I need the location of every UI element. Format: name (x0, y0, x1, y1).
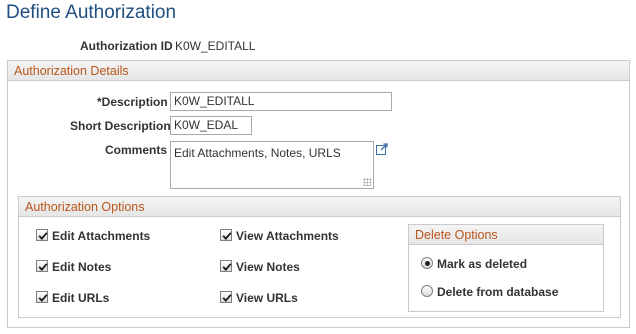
checkmark-icon (38, 232, 48, 240)
edit-notes-label: Edit Notes (52, 260, 112, 274)
delete-options-header: Delete Options (409, 225, 603, 245)
popup-expand-icon[interactable] (375, 142, 389, 156)
comments-textarea[interactable]: Edit Attachments, Notes, URLS (170, 141, 374, 189)
delete-from-database-radio[interactable] (421, 285, 433, 297)
radio-selected-dot (424, 260, 430, 266)
edit-attachments-label: Edit Attachments (52, 229, 151, 243)
authorization-options-header: Authorization Options (19, 197, 620, 217)
page-title: Define Authorization (6, 2, 177, 23)
description-input[interactable]: K0W_EDITALL (170, 92, 392, 111)
edit-urls-checkbox[interactable] (36, 291, 48, 303)
short-description-label: Short Description (70, 119, 171, 133)
view-attachments-checkbox[interactable] (220, 229, 232, 241)
checkmark-icon (222, 232, 232, 240)
mark-as-deleted-radio[interactable] (421, 257, 433, 269)
view-notes-label: View Notes (236, 260, 300, 274)
view-urls-label: View URLs (236, 291, 298, 305)
edit-attachments-checkbox[interactable] (36, 229, 48, 241)
authorization-id-value: K0W_EDITALL (175, 39, 256, 53)
comments-text: Edit Attachments, Notes, URLS (174, 146, 341, 160)
checkmark-icon (38, 263, 48, 271)
view-urls-checkbox[interactable] (220, 291, 232, 303)
edit-urls-label: Edit URLs (52, 291, 110, 305)
resize-grip-icon[interactable] (363, 178, 371, 186)
authorization-details-header: Authorization Details (8, 61, 629, 81)
view-notes-checkbox[interactable] (220, 260, 232, 272)
authorization-id-label: Authorization ID (80, 39, 173, 53)
checkmark-icon (222, 263, 232, 271)
comments-label: Comments (105, 143, 168, 157)
checkmark-icon (38, 294, 48, 302)
view-attachments-label: View Attachments (236, 229, 339, 243)
description-label: *Description (97, 95, 168, 109)
short-description-input[interactable]: K0W_EDAL (170, 116, 252, 135)
checkmark-icon (222, 294, 232, 302)
edit-notes-checkbox[interactable] (36, 260, 48, 272)
mark-as-deleted-label: Mark as deleted (437, 257, 528, 271)
delete-from-database-label: Delete from database (437, 285, 559, 299)
